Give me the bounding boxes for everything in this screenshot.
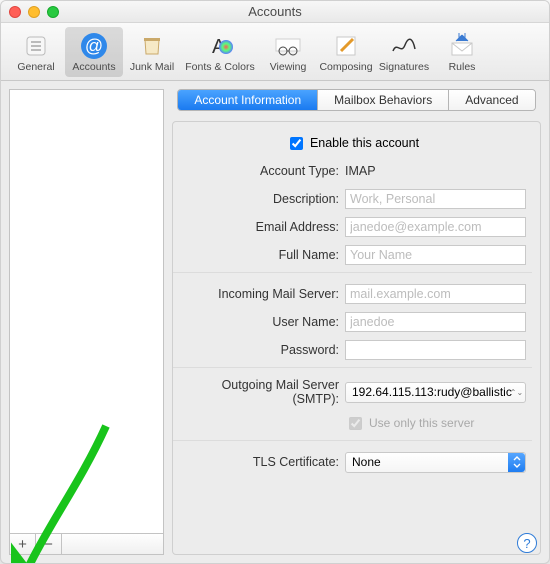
email-input[interactable] [345,217,526,237]
description-input[interactable] [345,189,526,209]
body: + − Account Information Mailbox Behavior… [1,81,549,563]
rules-icon [447,31,477,61]
divider [173,440,532,441]
username-label: User Name: [173,315,345,329]
at-sign-icon: @ [79,31,109,61]
toolbar-label: Viewing [270,61,307,73]
accounts-window: Accounts General @ Accounts Junk Mail A … [0,0,550,564]
toolbar-item-junkmail[interactable]: Junk Mail [123,27,181,77]
password-input[interactable] [345,340,526,360]
enable-account-checkbox[interactable] [290,137,303,150]
toolbar-label: Junk Mail [130,61,174,73]
help-icon: ? [523,536,530,551]
toolbar-label: Accounts [72,61,115,73]
fullname-label: Full Name: [173,248,345,262]
tab-mailbox-behaviors[interactable]: Mailbox Behaviors [318,90,449,110]
signature-icon [389,31,419,61]
tls-label: TLS Certificate: [173,455,345,469]
account-type-label: Account Type: [173,164,345,178]
tab-account-information[interactable]: Account Information [178,90,318,110]
divider [173,272,532,273]
main-panel: Account Information Mailbox Behaviors Ad… [172,89,541,555]
add-account-button[interactable]: + [10,534,36,554]
toolbar-item-signatures[interactable]: Signatures [375,27,433,77]
account-form: Enable this account Account Type: IMAP D… [172,121,541,555]
toolbar-item-accounts[interactable]: @ Accounts [65,27,123,77]
divider [173,367,532,368]
username-input[interactable] [345,312,526,332]
tab-label: Advanced [465,93,518,107]
incoming-server-input[interactable] [345,284,526,304]
gear-icon [21,31,51,61]
use-only-this-server-label: Use only this server [369,416,474,430]
password-label: Password: [173,343,345,357]
accounts-list-footer-spacer [62,534,163,554]
incoming-server-label: Incoming Mail Server: [173,287,345,301]
preferences-toolbar: General @ Accounts Junk Mail A Fonts & C… [1,23,549,81]
tls-certificate-value: None [352,455,381,469]
smtp-server-value: 192.64.115.113:rudy@ballistic [352,385,512,399]
glasses-icon [273,31,303,61]
trash-icon [137,31,167,61]
toolbar-label: Rules [449,61,476,73]
toolbar-label: Composing [319,61,372,73]
chevron-updown-icon [508,453,525,472]
plus-icon: + [18,536,27,553]
minus-icon: − [44,536,53,553]
accounts-list-footer: + − [9,533,164,555]
enable-account-label: Enable this account [310,136,419,150]
help-button[interactable]: ? [517,533,537,553]
accounts-list[interactable] [9,89,164,533]
use-only-this-server-checkbox[interactable] [349,417,362,430]
tls-certificate-popup[interactable]: None [345,452,526,473]
toolbar-item-rules[interactable]: Rules [433,27,491,77]
account-type-value: IMAP [345,164,532,178]
toolbar-item-viewing[interactable]: Viewing [259,27,317,77]
toolbar-label: Fonts & Colors [185,61,254,73]
tab-advanced[interactable]: Advanced [449,90,534,110]
toolbar-label: Signatures [379,61,429,73]
smtp-label: Outgoing Mail Server (SMTP): [173,378,345,406]
account-tabs: Account Information Mailbox Behaviors Ad… [177,89,535,111]
tab-label: Mailbox Behaviors [334,93,432,107]
toolbar-item-fontscolors[interactable]: A Fonts & Colors [181,27,259,77]
chevron-updown-icon: ⌃⌄ [508,383,525,402]
fullname-input[interactable] [345,245,526,265]
smtp-server-popup[interactable]: 192.64.115.113:rudy@ballistic ⌃⌄ [345,382,526,403]
toolbar-label: General [17,61,54,73]
svg-text:@: @ [85,36,103,56]
window-title: Accounts [1,4,549,19]
description-label: Description: [173,192,345,206]
fonts-colors-icon: A [205,31,235,61]
compose-icon [331,31,361,61]
toolbar-item-composing[interactable]: Composing [317,27,375,77]
accounts-sidebar: + − [9,89,164,555]
email-label: Email Address: [173,220,345,234]
tab-label: Account Information [194,93,301,107]
toolbar-item-general[interactable]: General [7,27,65,77]
titlebar: Accounts [1,1,549,23]
remove-account-button[interactable]: − [36,534,62,554]
